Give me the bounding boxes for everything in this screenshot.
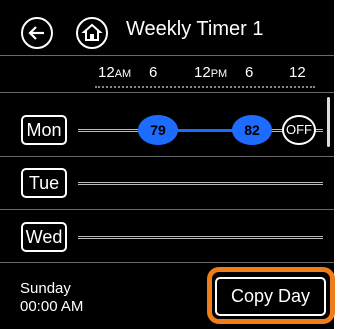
temp-setpoint-82[interactable]: 82 (232, 115, 272, 145)
footer-divider (0, 262, 334, 263)
page-title: Weekly Timer 1 (126, 18, 264, 40)
tick-label: 12 (289, 64, 306, 81)
tick-label: 12AM (98, 64, 132, 81)
back-arrow-icon (28, 26, 44, 40)
copy-day-button[interactable]: Copy Day (215, 277, 326, 316)
row-divider (0, 156, 334, 157)
timeline-dotted-line (95, 86, 315, 88)
day-button-tue[interactable]: Tue (21, 168, 67, 198)
home-icon (81, 23, 103, 41)
back-button[interactable] (21, 17, 53, 49)
timeline-divider (0, 92, 334, 93)
temp-setpoint-79[interactable]: 79 (138, 115, 178, 145)
scrollbar[interactable] (327, 97, 330, 147)
day-button-wed[interactable]: Wed (21, 222, 67, 252)
current-day-time: Sunday 00:00 AM (20, 280, 83, 316)
tick-label: 6 (245, 64, 254, 81)
tick-label: 12PM (194, 64, 228, 81)
off-setpoint[interactable]: OFF (282, 115, 316, 145)
row-divider (0, 209, 334, 210)
current-day: Sunday (20, 280, 71, 297)
header-divider (0, 55, 334, 56)
tick-label: 6 (149, 64, 158, 81)
current-time: 00:00 AM (20, 298, 84, 315)
schedule-track[interactable] (78, 236, 323, 239)
schedule-track[interactable] (78, 182, 323, 185)
home-button[interactable] (76, 17, 108, 49)
day-button-mon[interactable]: Mon (21, 115, 67, 145)
